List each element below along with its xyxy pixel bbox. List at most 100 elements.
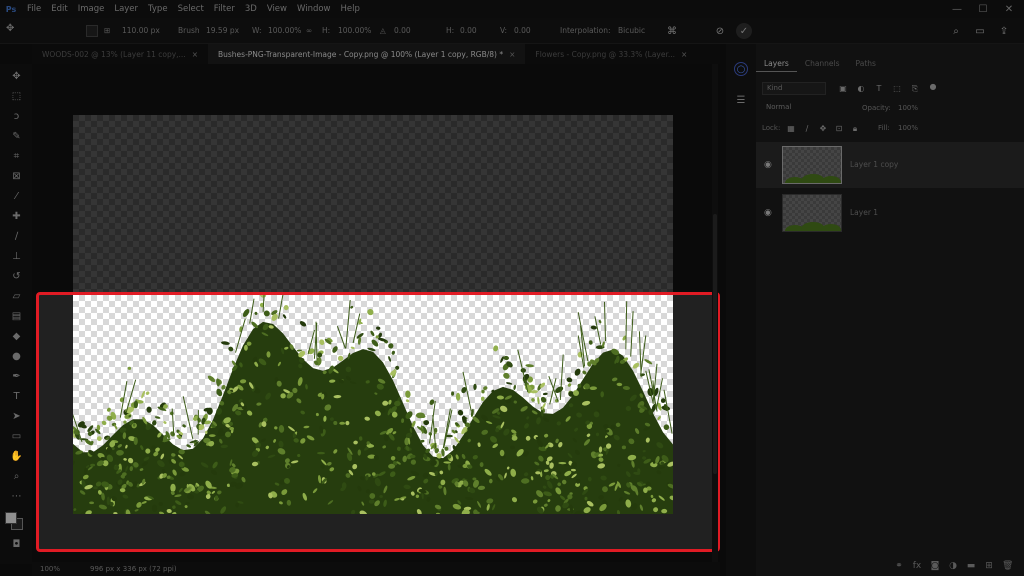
maximize-button[interactable]: ☐ xyxy=(970,0,996,18)
menu-item-image[interactable]: Image xyxy=(73,4,110,14)
lock-all-icon[interactable]: 🔒︎ xyxy=(850,124,860,134)
eyedropper-tool-icon[interactable]: ⁄ xyxy=(10,190,23,203)
interpolation-select[interactable]: Bicubic xyxy=(618,26,645,35)
lock-position-icon[interactable]: ✥ xyxy=(818,124,828,134)
menu-item-3d[interactable]: 3D xyxy=(240,4,262,14)
eraser-tool-icon[interactable]: ▱ xyxy=(10,290,23,303)
menu-item-view[interactable]: View xyxy=(262,4,292,14)
type-tool-icon[interactable]: T xyxy=(10,390,23,403)
opacity-field[interactable]: 100% xyxy=(898,104,918,112)
document-tab[interactable]: Flowers - Copy.png @ 33.3% (Layer... × xyxy=(525,44,697,64)
lasso-tool-icon[interactable]: ↄ xyxy=(10,110,23,123)
fill-field[interactable]: 100% xyxy=(898,124,918,132)
layer-row[interactable]: ◉ Layer 1 copy xyxy=(756,142,1024,188)
commit-transform-icon[interactable]: ✓ xyxy=(736,23,752,39)
menu-item-type[interactable]: Type xyxy=(143,4,173,14)
color-panel-icon[interactable]: ○ xyxy=(734,62,748,76)
zoom-level[interactable]: 100% xyxy=(40,565,60,573)
document-tab[interactable]: WOODS-002 @ 13% (Layer 11 copy,... × xyxy=(32,44,208,64)
lock-pixels-icon[interactable]: ∕ xyxy=(802,124,812,134)
menu-item-select[interactable]: Select xyxy=(173,4,209,14)
vertical-scrollbar[interactable] xyxy=(712,64,718,562)
clone-stamp-tool-icon[interactable]: ⊥ xyxy=(10,250,23,263)
scroll-thumb[interactable] xyxy=(713,214,717,474)
layer-name[interactable]: Layer 1 xyxy=(850,208,878,217)
brush-tool-icon[interactable]: ∕ xyxy=(10,230,23,243)
frame-tool-icon[interactable]: ⊠ xyxy=(10,170,23,183)
foreground-color-swatch[interactable] xyxy=(5,512,17,524)
visibility-eye-icon[interactable]: ◉ xyxy=(764,208,772,218)
pen-tool-icon[interactable]: ✒ xyxy=(10,370,23,383)
healing-brush-tool-icon[interactable]: ✚ xyxy=(10,210,23,223)
quick-select-tool-icon[interactable]: ✎ xyxy=(10,130,23,143)
tab-paths[interactable]: Paths xyxy=(848,56,884,72)
layer-thumbnail[interactable] xyxy=(782,194,842,232)
height-percent-field[interactable]: 100.00% xyxy=(338,26,371,35)
adjustment-layer-icon[interactable]: ◑ xyxy=(948,561,958,571)
reference-point-icon[interactable]: ⊞ xyxy=(104,26,110,35)
width-percent-field[interactable]: 100.00% xyxy=(268,26,301,35)
menu-item-file[interactable]: File xyxy=(22,4,46,14)
search-icon[interactable]: ⌕ xyxy=(948,23,964,39)
path-selection-tool-icon[interactable]: ➤ xyxy=(10,410,23,423)
move-tool-icon[interactable]: ✥ xyxy=(10,70,23,83)
adjustment-filter-icon[interactable]: ◐ xyxy=(856,84,866,94)
marquee-tool-icon[interactable]: ⬚ xyxy=(10,90,23,103)
gradient-tool-icon[interactable]: ▤ xyxy=(10,310,23,323)
hand-tool-icon[interactable]: ✋ xyxy=(10,450,23,463)
warp-mode-icon[interactable]: ⌘ xyxy=(664,23,680,39)
layer-style-icon[interactable]: fx xyxy=(912,561,922,571)
menu-item-edit[interactable]: Edit xyxy=(46,4,72,14)
close-window-button[interactable]: ✕ xyxy=(996,0,1022,18)
close-tab-icon[interactable]: × xyxy=(681,50,687,59)
workspace-icon[interactable]: ▭ xyxy=(972,23,988,39)
new-layer-icon[interactable]: ⊞ xyxy=(984,561,994,571)
new-group-icon[interactable]: ▬ xyxy=(966,561,976,571)
layer-row[interactable]: ◉ Layer 1 xyxy=(756,190,1024,236)
layer-name[interactable]: Layer 1 copy xyxy=(850,160,898,169)
type-filter-icon[interactable]: T xyxy=(874,84,884,94)
zoom-tool-icon[interactable]: ⌕ xyxy=(10,470,23,483)
kind-filter-select[interactable]: Kind xyxy=(762,82,826,95)
tab-channels[interactable]: Channels xyxy=(797,56,848,72)
smart-object-filter-icon[interactable]: ⎘ xyxy=(910,84,920,94)
menu-item-layer[interactable]: Layer xyxy=(109,4,143,14)
minimize-button[interactable]: — xyxy=(944,0,970,18)
add-mask-icon[interactable]: ◙ xyxy=(930,561,940,571)
document-tab[interactable]: Bushes-PNG-Transparent-Image - Copy.png … xyxy=(208,44,526,64)
properties-panel-icon[interactable]: ☰ xyxy=(734,94,748,108)
transparent-area-top[interactable] xyxy=(73,115,673,293)
pixel-filter-icon[interactable]: ▣ xyxy=(838,84,848,94)
close-tab-icon[interactable]: × xyxy=(509,50,515,59)
layer-thumbnail[interactable] xyxy=(782,146,842,184)
share-icon[interactable]: ⇪ xyxy=(996,23,1012,39)
lock-transparent-icon[interactable]: ▦ xyxy=(786,124,796,134)
more-tools-icon[interactable]: ⋯ xyxy=(10,490,23,503)
link-layers-icon[interactable]: ⚭ xyxy=(894,561,904,571)
menu-item-window[interactable]: Window xyxy=(292,4,336,14)
brush-size-field[interactable]: 19.59 px xyxy=(206,26,239,35)
menu-item-help[interactable]: Help xyxy=(336,4,365,14)
shape-filter-icon[interactable]: ⬚ xyxy=(892,84,902,94)
size-field[interactable]: 110.00 px xyxy=(122,26,160,35)
quick-mask-icon[interactable]: ◘ xyxy=(10,538,23,551)
blur-tool-icon[interactable]: ◆ xyxy=(10,330,23,343)
angle-field[interactable]: 0.00 xyxy=(394,26,411,35)
cancel-transform-icon[interactable]: ⊘ xyxy=(712,23,728,39)
history-brush-tool-icon[interactable]: ↺ xyxy=(10,270,23,283)
transform-mode-icon[interactable] xyxy=(86,25,98,37)
visibility-eye-icon[interactable]: ◉ xyxy=(764,160,772,170)
tool-preset-icon[interactable]: ✥ xyxy=(6,23,14,34)
tab-layers[interactable]: Layers xyxy=(756,56,797,72)
delete-layer-icon[interactable]: 🗑︎ xyxy=(1002,561,1013,571)
link-icon[interactable]: ∞ xyxy=(306,26,312,35)
filter-toggle-icon[interactable]: ● xyxy=(928,82,938,92)
h-skew-field[interactable]: 0.00 xyxy=(460,26,477,35)
dodge-tool-icon[interactable]: ● xyxy=(10,350,23,363)
rectangle-tool-icon[interactable]: ▭ xyxy=(10,430,23,443)
crop-tool-icon[interactable]: ⌗ xyxy=(10,150,23,163)
menu-item-filter[interactable]: Filter xyxy=(209,4,240,14)
close-tab-icon[interactable]: × xyxy=(192,50,198,59)
document-info[interactable]: 996 px x 336 px (72 ppi) xyxy=(90,565,177,573)
blend-mode-select[interactable]: Normal xyxy=(762,102,850,115)
